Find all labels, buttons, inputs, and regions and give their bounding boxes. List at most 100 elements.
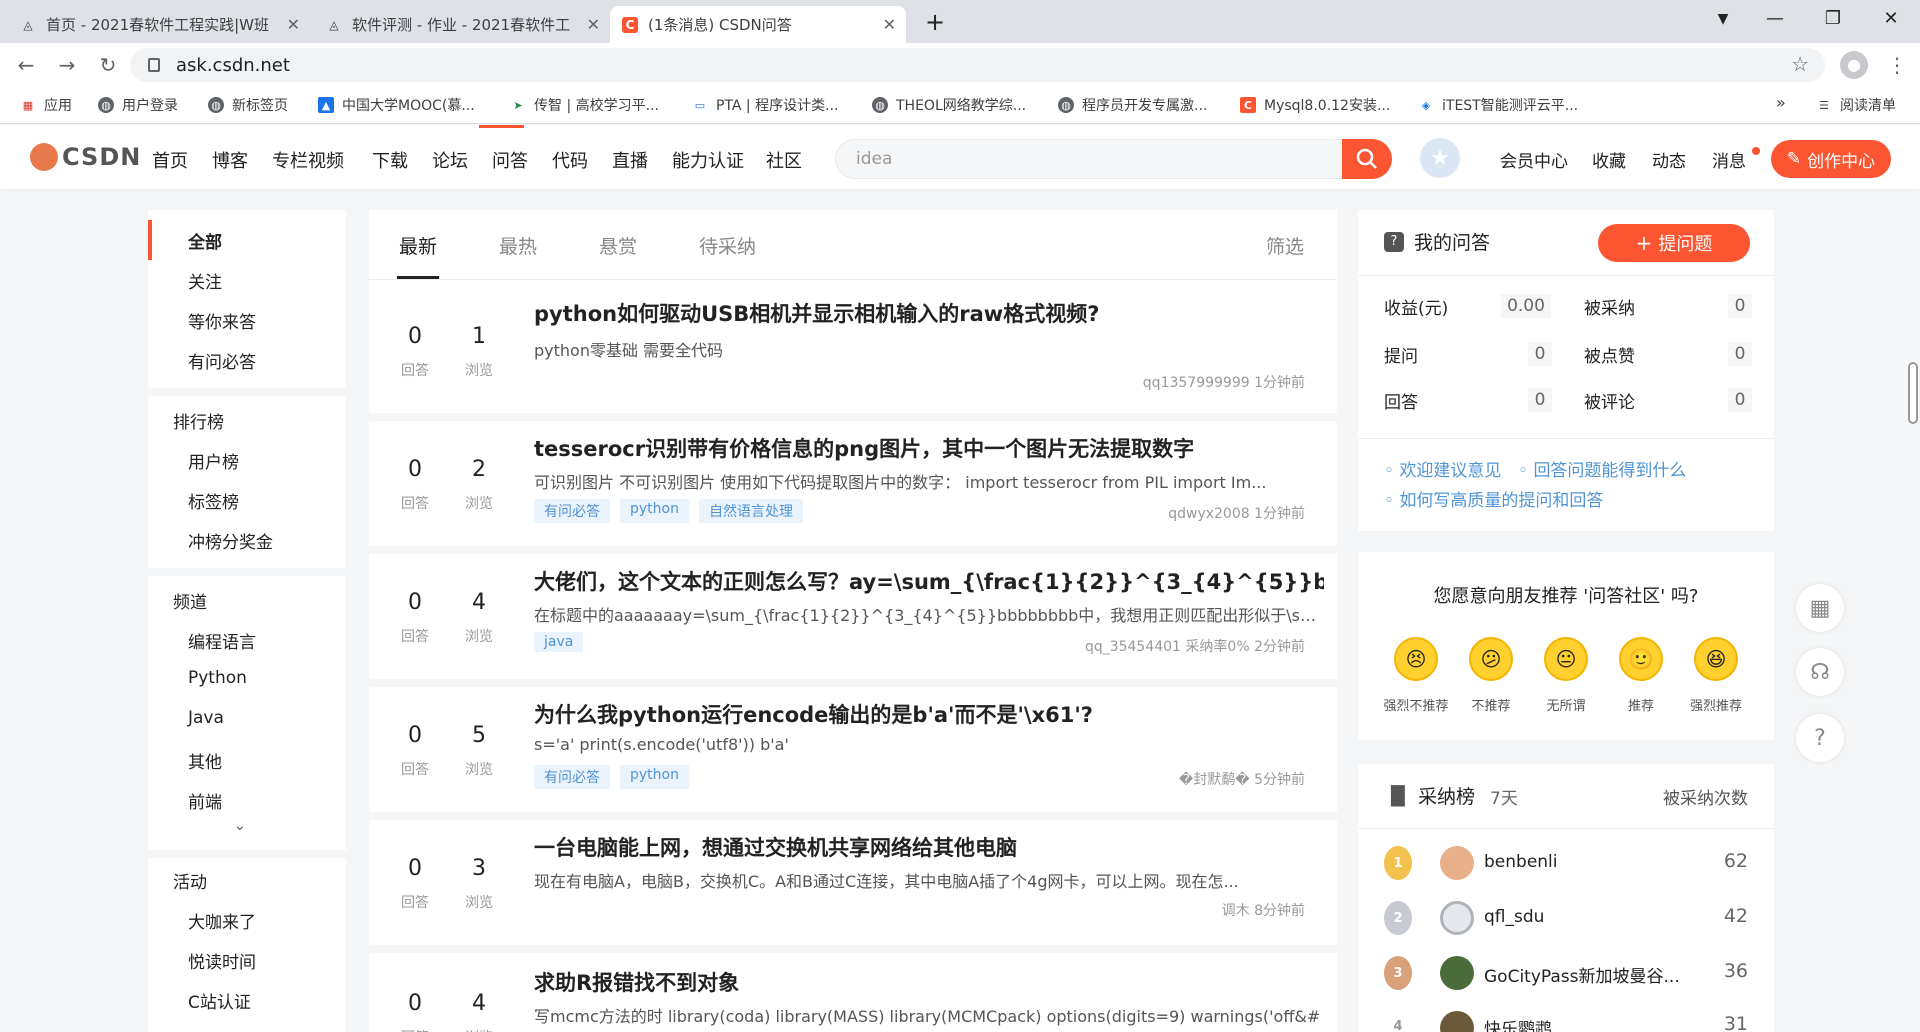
- neutral-face-icon[interactable]: 😐: [1544, 637, 1588, 681]
- rank-row[interactable]: 3 GoCityPass新加坡曼谷... 36: [1358, 946, 1774, 1001]
- create-center-button[interactable]: ✎ 创作中心: [1771, 140, 1891, 178]
- rank-user-name[interactable]: GoCityPass新加坡曼谷...: [1484, 962, 1694, 987]
- bookmark-star-icon[interactable]: ☆: [1791, 52, 1809, 76]
- bookmarks-overflow-icon[interactable]: »: [1776, 93, 1786, 112]
- rank-user-name[interactable]: 快乐鹦鹉: [1484, 1015, 1694, 1032]
- sidebar-item-experts[interactable]: 大咖来了: [188, 908, 256, 933]
- sidebar-item-tag-rank[interactable]: 标签榜: [188, 488, 239, 513]
- question-item[interactable]: 0 回答 5 浏览 为什么我python运行encode输出的是b'a'而不是'…: [369, 679, 1337, 812]
- nav-live[interactable]: 直播: [612, 147, 648, 173]
- question-title[interactable]: 一台电脑能上网，想通过交换机共享网络给其他电脑: [534, 832, 1324, 862]
- benefits-link[interactable]: ◦ 回答问题能得到什么: [1518, 456, 1686, 481]
- bookmark-pta[interactable]: ▭ PTA | 程序设计类...: [692, 95, 839, 115]
- tag[interactable]: python: [620, 499, 689, 523]
- sidebar-item-reading[interactable]: 悦读时间: [188, 948, 256, 973]
- tab-close-icon[interactable]: ✕: [287, 15, 300, 34]
- rank-user-name[interactable]: benbenli: [1484, 852, 1694, 872]
- tab-pending[interactable]: 待采纳: [699, 232, 756, 259]
- expand-chevron-icon[interactable]: ⌄: [234, 818, 246, 834]
- rank-user-name[interactable]: qfl_sdu: [1484, 907, 1694, 927]
- tab-hot[interactable]: 最热: [499, 232, 537, 259]
- tab-latest[interactable]: 最新: [399, 232, 437, 259]
- messages-link[interactable]: 消息: [1712, 147, 1746, 172]
- member-center-link[interactable]: 会员中心: [1500, 147, 1568, 172]
- profile-avatar-icon[interactable]: ●: [1840, 51, 1868, 79]
- sidebar-item-must-answer[interactable]: 有问必答: [188, 348, 256, 373]
- question-item[interactable]: 0 回答 1 浏览 python如何驱动USB相机并显示相机输入的raw格式视频…: [369, 280, 1337, 413]
- bookmark-user-login[interactable]: ◍ 用户登录: [98, 95, 178, 115]
- browser-tab-2[interactable]: ◬ 软件评测 - 作业 - 2021春软件工 ✕: [314, 6, 610, 43]
- sidebar-item-prize[interactable]: 冲榜分奖金: [188, 528, 273, 553]
- likely-face-icon[interactable]: 🙂: [1619, 637, 1663, 681]
- customer-service-icon[interactable]: ☊: [1796, 648, 1844, 696]
- csdn-logo[interactable]: CSDN: [30, 143, 141, 171]
- sidebar-item-all[interactable]: 全部: [188, 228, 222, 253]
- maximize-icon[interactable]: ❐: [1818, 8, 1848, 29]
- qr-code-icon[interactable]: ▦: [1796, 584, 1844, 632]
- sidebar-item-python[interactable]: Python: [188, 668, 247, 688]
- scrollbar-thumb[interactable]: [1908, 362, 1918, 424]
- tab-close-icon[interactable]: ✕: [587, 15, 600, 34]
- bookmark-itest[interactable]: ◈ iTEST智能测评云平...: [1418, 95, 1578, 115]
- url-field[interactable]: ask.csdn.net ☆: [130, 48, 1825, 82]
- feedback-link[interactable]: ◦ 欢迎建议意见: [1384, 456, 1501, 481]
- rank-row[interactable]: 2 qfl_sdu 42: [1358, 891, 1774, 946]
- reload-icon[interactable]: ↻: [96, 53, 120, 77]
- browser-menu-icon[interactable]: ⋮: [1885, 53, 1909, 77]
- rank-period[interactable]: 7天: [1490, 784, 1518, 809]
- tag[interactable]: java: [534, 632, 584, 652]
- sidebar-item-other[interactable]: 其他: [188, 748, 222, 773]
- tag[interactable]: 自然语言处理: [698, 499, 803, 523]
- bookmark-apps[interactable]: ▦ 应用: [20, 95, 72, 115]
- browser-tab-1[interactable]: ◬ 首页 - 2021春软件工程实践|W班 ✕: [8, 6, 310, 43]
- question-title[interactable]: python如何驱动USB相机并显示相机输入的raw格式视频?: [534, 298, 1324, 328]
- sidebar-item-user-rank[interactable]: 用户榜: [188, 448, 239, 473]
- question-item[interactable]: 0 回答 3 浏览 一台电脑能上网，想通过交换机共享网络给其他电脑 现在有电脑A…: [369, 812, 1337, 945]
- question-item[interactable]: 0 回答 4 浏览 大佬们，这个文本的正则怎么写？ay=\sum_{\frac{…: [369, 546, 1337, 679]
- help-icon[interactable]: ?: [1796, 714, 1844, 762]
- very-likely-face-icon[interactable]: 😆: [1694, 637, 1738, 681]
- question-title[interactable]: tesserocr识别带有价格信息的png图片，其中一个图片无法提取数字: [534, 433, 1324, 463]
- nav-forum[interactable]: 论坛: [432, 147, 468, 173]
- favorites-link[interactable]: 收藏: [1592, 147, 1626, 172]
- reading-list[interactable]: ☰ 阅读清单: [1816, 95, 1896, 115]
- tag[interactable]: python: [620, 765, 689, 789]
- search-button[interactable]: [1342, 139, 1392, 179]
- very-unlikely-face-icon[interactable]: 😣: [1394, 637, 1438, 681]
- nav-qa[interactable]: 问答: [492, 147, 528, 173]
- nav-download[interactable]: 下载: [372, 147, 408, 173]
- back-icon[interactable]: ←: [14, 53, 38, 77]
- activity-link[interactable]: 动态: [1652, 147, 1686, 172]
- tab-bounty[interactable]: 悬赏: [599, 232, 637, 259]
- nav-certification[interactable]: 能力认证: [672, 147, 744, 173]
- sidebar-item-languages[interactable]: 编程语言: [188, 628, 256, 653]
- rank-row[interactable]: 1 benbenli 62: [1358, 836, 1774, 891]
- tab-search-icon[interactable]: ▼: [1708, 11, 1738, 27]
- sidebar-item-java[interactable]: Java: [188, 708, 224, 728]
- user-avatar-icon[interactable]: ★: [1420, 138, 1460, 178]
- bookmark-mysql[interactable]: C Mysql8.0.12安装...: [1240, 95, 1390, 115]
- sidebar-item-certify[interactable]: C站认证: [188, 988, 251, 1013]
- nav-column-video[interactable]: 专栏视频: [272, 147, 344, 173]
- minimize-icon[interactable]: —: [1760, 8, 1790, 29]
- tag[interactable]: 有问必答: [534, 765, 610, 789]
- sidebar-item-waiting[interactable]: 等你来答: [188, 308, 256, 333]
- window-close-icon[interactable]: ✕: [1876, 8, 1906, 29]
- question-title[interactable]: 大佬们，这个文本的正则怎么写？ay=\sum_{\frac{1}{2}}^{3_…: [534, 566, 1324, 596]
- filter-button[interactable]: 筛选: [1266, 232, 1304, 259]
- nav-community[interactable]: 社区: [766, 147, 802, 173]
- rank-row[interactable]: 4 快乐鹦鹉 31: [1358, 1001, 1774, 1032]
- ask-question-button[interactable]: + 提问题: [1598, 224, 1750, 262]
- question-title[interactable]: 求助R报错找不到对象: [534, 967, 1324, 997]
- unlikely-face-icon[interactable]: 😕: [1469, 637, 1513, 681]
- tag[interactable]: 有问必答: [534, 499, 610, 523]
- search-input[interactable]: idea: [835, 139, 1345, 179]
- sidebar-item-frontend[interactable]: 前端: [188, 788, 222, 813]
- new-tab-icon[interactable]: +: [920, 8, 950, 36]
- question-item[interactable]: 0 回答 2 浏览 tesserocr识别带有价格信息的png图片，其中一个图片…: [369, 413, 1337, 546]
- bookmark-new-tab[interactable]: ◍ 新标签页: [208, 95, 288, 115]
- question-title[interactable]: 为什么我python运行encode输出的是b'a'而不是'\x61'?: [534, 699, 1324, 729]
- bookmark-chuanzhi[interactable]: ➤ 传智 | 高校学习平...: [510, 95, 659, 115]
- nav-blog[interactable]: 博客: [212, 147, 248, 173]
- question-item[interactable]: 0 回答 4 浏览 求助R报错找不到对象 写mcmc方法的时 library(c…: [369, 945, 1337, 1032]
